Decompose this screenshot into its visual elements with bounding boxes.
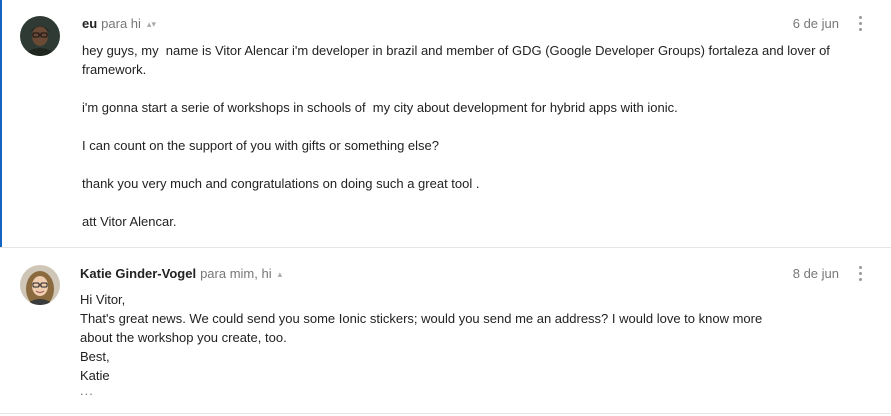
- divider: [0, 413, 891, 414]
- more-vert-icon[interactable]: [855, 16, 865, 34]
- body-paragraph: hey guys, my name is Vitor Alencar i'm d…: [82, 43, 834, 77]
- message-date: 8 de jun: [792, 266, 839, 281]
- message-date: 6 de jun: [792, 16, 839, 31]
- body-paragraph: I can count on the support of you with g…: [82, 138, 439, 153]
- message-card[interactable]: Katie Ginder-Vogel para mim, hi ▴ 8 de jun…: [0, 247, 891, 416]
- body-paragraph: i'm gonna start a serie of workshops in …: [82, 100, 678, 115]
- message-card[interactable]: eu para hi ▴▾ 6 de jun hey guys, my name i…: [0, 0, 891, 247]
- body-line: Hi Vitor,: [80, 292, 126, 307]
- sender-name[interactable]: Katie Ginder-Vogel: [80, 266, 196, 281]
- chevron-updown-icon[interactable]: ▴: [278, 265, 283, 283]
- body-paragraph: att Vitor Alencar.: [82, 214, 177, 229]
- avatar[interactable]: [20, 265, 60, 305]
- recipients-label[interactable]: para hi: [101, 16, 141, 31]
- show-trimmed-content[interactable]: ...: [80, 384, 840, 397]
- message-header[interactable]: Katie Ginder-Vogel para mim, hi ▴: [80, 265, 282, 283]
- body-line: Katie: [80, 368, 110, 383]
- more-vert-icon[interactable]: [855, 266, 865, 284]
- body-line: Best,: [80, 349, 110, 364]
- email-thread: eu para hi ▴▾ 6 de jun hey guys, my name i…: [0, 0, 891, 416]
- sender-name[interactable]: eu: [82, 16, 97, 31]
- message-header[interactable]: eu para hi ▴▾: [82, 15, 156, 33]
- recipients-label[interactable]: para mim, hi: [200, 266, 272, 281]
- avatar[interactable]: [20, 16, 60, 56]
- chevron-updown-icon[interactable]: ▴▾: [147, 15, 156, 33]
- message-body: Hi Vitor, That's great news. We could se…: [80, 290, 840, 397]
- message-body: hey guys, my name is Vitor Alencar i'm d…: [82, 41, 842, 231]
- body-paragraph: thank you very much and congratulations …: [82, 176, 480, 191]
- body-line: That's great news. We could send you som…: [80, 311, 766, 345]
